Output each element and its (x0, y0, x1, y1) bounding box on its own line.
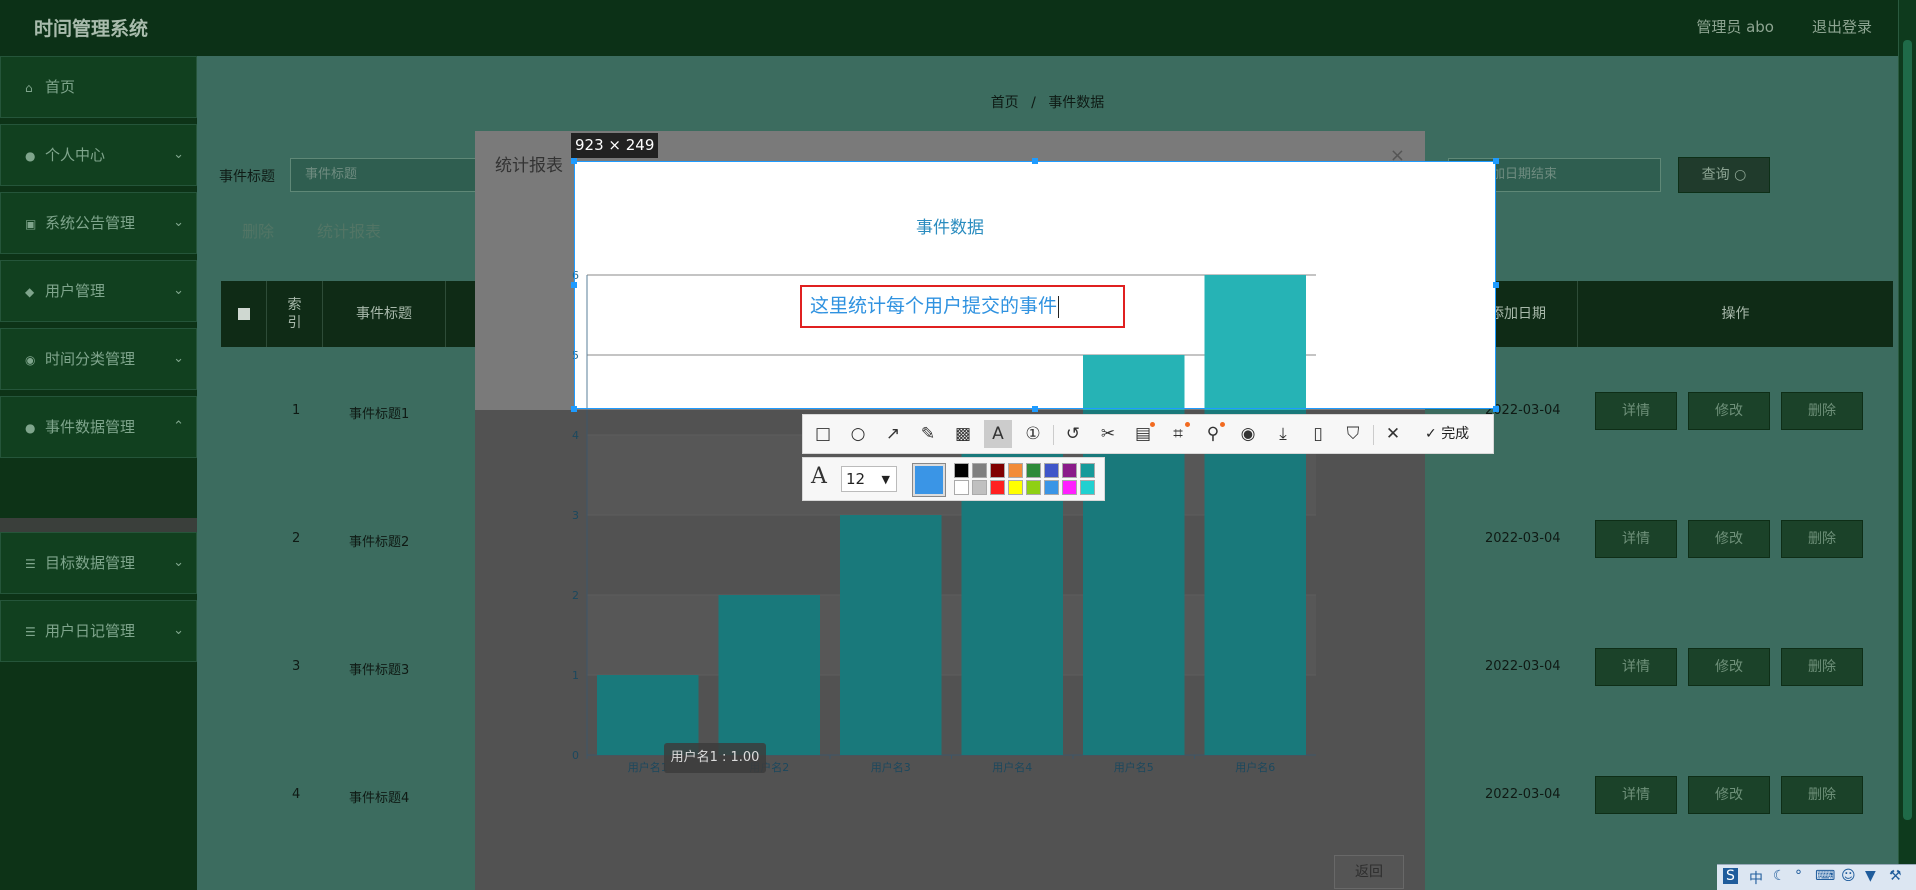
new-badge (1220, 422, 1225, 427)
color-swatch[interactable] (1062, 480, 1077, 495)
chevron-down-icon: ▼ (881, 473, 890, 486)
cut-icon[interactable]: ✂ (1094, 420, 1122, 448)
keyboard-icon[interactable]: ⌨ (1815, 868, 1835, 884)
wrench-icon[interactable]: ⚒ (1889, 868, 1902, 884)
color-swatch[interactable] (1044, 480, 1059, 495)
shirt-icon[interactable]: ▼ (1865, 868, 1876, 884)
font-icon: A (811, 464, 827, 489)
record-icon[interactable]: ◉ (1234, 420, 1262, 448)
resize-handle[interactable] (1493, 406, 1499, 412)
current-color-swatch[interactable] (912, 463, 946, 497)
ocr-icon[interactable]: ▤ (1129, 420, 1157, 448)
new-badge (1185, 422, 1190, 427)
moon-icon[interactable]: ☾ (1773, 868, 1786, 884)
number-icon[interactable]: ① (1019, 420, 1047, 448)
pencil-icon[interactable]: ✎ (914, 420, 942, 448)
resize-handle[interactable] (571, 158, 577, 164)
undo-icon[interactable]: ↺ (1059, 420, 1087, 448)
chart-tooltip: 用户名1 : 1.00 (664, 743, 766, 773)
toolbar-divider (1373, 425, 1374, 445)
text-caret (1058, 295, 1060, 318)
done-label: 完成 (1441, 426, 1470, 442)
color-swatch[interactable] (1026, 463, 1041, 478)
ime-mode[interactable]: 中 (1749, 868, 1763, 888)
text-icon[interactable]: A (984, 420, 1012, 448)
smiley-icon[interactable]: ☺ (1841, 868, 1856, 884)
color-swatch[interactable] (954, 463, 969, 478)
capture-size-label: 923 × 249 (571, 133, 659, 158)
download-icon[interactable]: ⤓ (1269, 420, 1297, 448)
resize-handle[interactable] (571, 406, 577, 412)
resize-handle[interactable] (1493, 282, 1499, 288)
toolbar-divider (1053, 425, 1054, 445)
color-swatch[interactable] (990, 480, 1005, 495)
close-icon[interactable]: ✕ (1379, 420, 1407, 448)
translate-icon[interactable]: ⌗ (1164, 420, 1192, 448)
resize-handle[interactable] (571, 282, 577, 288)
annotation-text: 这里统计每个用户提交的事件 (810, 295, 1058, 317)
color-swatch[interactable] (1008, 480, 1023, 495)
color-swatch[interactable] (1080, 480, 1095, 495)
color-swatch[interactable] (972, 480, 987, 495)
resize-handle[interactable] (1032, 158, 1038, 164)
color-swatch[interactable] (1044, 463, 1059, 478)
system-tray: S 中 ☾ ° ⌨ ☺ ▼ ⚒ (1717, 864, 1916, 890)
mosaic-icon[interactable]: ▩ (949, 420, 977, 448)
phone-icon[interactable]: ▯ (1304, 420, 1332, 448)
pin-icon[interactable]: ⚲ (1199, 420, 1227, 448)
circle-icon[interactable]: ○ (844, 420, 872, 448)
done-button[interactable]: ✓ 完成 (1425, 420, 1469, 448)
color-swatch[interactable] (1080, 463, 1095, 478)
capture-toolbar: □ ○ ↗ ✎ ▩ A ① ↺ ✂ ▤ ⌗ ⚲ ◉ ⤓ ▯ ⛉ ✕ ✓ 完成 (802, 414, 1494, 454)
color-swatch[interactable] (1062, 463, 1077, 478)
new-badge (1150, 422, 1155, 427)
color-swatch[interactable] (954, 480, 969, 495)
color-swatch[interactable] (990, 463, 1005, 478)
punctuation-icon[interactable]: ° (1795, 868, 1802, 884)
sogou-icon[interactable]: S (1723, 868, 1738, 884)
annotation-textbox[interactable]: 这里统计每个用户提交的事件 (800, 285, 1125, 328)
resize-handle[interactable] (1032, 406, 1038, 412)
color-swatch[interactable] (1026, 480, 1041, 495)
font-size-select[interactable]: 12 ▼ (841, 466, 897, 492)
color-swatch[interactable] (972, 463, 987, 478)
font-size-value: 12 (846, 470, 866, 488)
bookmark-icon[interactable]: ⛉ (1339, 420, 1367, 448)
check-icon: ✓ (1425, 426, 1437, 442)
resize-handle[interactable] (1493, 158, 1499, 164)
color-swatch[interactable] (1008, 463, 1023, 478)
screen: 时间管理系统 管理员 abo 退出登录 ⌂ 首页 ● 个人中心 ⌄ ▣ 系统公告管理 ⌄ … (0, 0, 1916, 890)
rectangle-icon[interactable]: □ (809, 420, 837, 448)
text-style-toolbar: A 12 ▼ (802, 457, 1105, 501)
arrow-icon[interactable]: ↗ (879, 420, 907, 448)
